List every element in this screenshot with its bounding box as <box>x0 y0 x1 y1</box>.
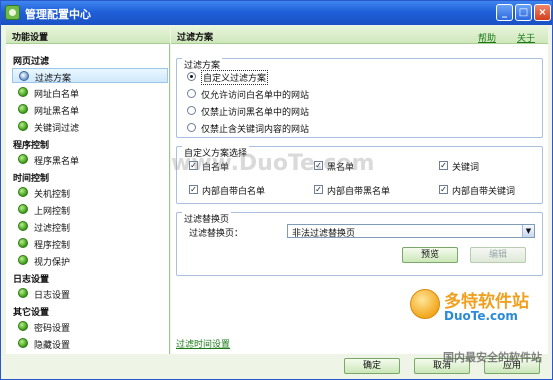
sidebar-item-label: 密码设置 <box>34 324 71 334</box>
select-value: 非法过滤替换页 <box>292 229 356 239</box>
sidebar-item-label: 网址黑名单 <box>34 107 80 117</box>
replace-legend: 过滤替换页 <box>182 212 232 225</box>
help-link[interactable]: 帮助 <box>478 31 496 44</box>
sidebar-item-label: 网址白名单 <box>34 90 80 100</box>
filter-time-link[interactable]: 过滤时间设置 <box>176 337 230 350</box>
window-title: 管理配置中心 <box>25 8 91 21</box>
sidebar-item-label: 隐藏设置 <box>34 341 71 351</box>
green-ball-icon <box>18 187 28 197</box>
sidebar-item-label: 程序控制 <box>34 241 71 251</box>
title-bar[interactable]: 管理配置中心 _ □ × <box>1 1 552 25</box>
sidebar-group-title: 其它设置 <box>13 308 50 318</box>
green-ball-icon <box>18 255 28 265</box>
sidebar-item-label: 程序黑名单 <box>34 157 80 167</box>
checkbox: ✓ <box>314 185 323 194</box>
radio-dot <box>187 106 196 115</box>
sidebar-item-program-control[interactable]: 程序控制 <box>12 236 168 251</box>
sidebar: 功能设置 网页过滤 过滤方案 网址白名单 网址黑名单 关键词过滤 程序控制 程序… <box>6 26 170 354</box>
check-label: 内部自带黑名单 <box>327 187 391 197</box>
green-ball-icon <box>18 221 28 231</box>
sidebar-item-label: 视力保护 <box>34 258 71 268</box>
check-label: 内部自带关键词 <box>452 187 516 197</box>
sidebar-item-internet-control[interactable]: 上网控制 <box>12 202 168 217</box>
about-link[interactable]: 关于 <box>517 31 535 44</box>
sidebar-item-filter-scheme[interactable]: 过滤方案 <box>12 68 168 84</box>
sidebar-item-label: 日志设置 <box>34 291 71 301</box>
checkbox: ✓ <box>189 185 198 194</box>
radio-label: 自定义过滤方案 <box>201 70 269 85</box>
check-label: 内部自带白名单 <box>202 187 266 197</box>
sidebar-item-label: 关机控制 <box>34 190 71 200</box>
sidebar-item-log-settings[interactable]: 日志设置 <box>12 286 168 301</box>
preview-button[interactable]: 预览 <box>402 247 458 263</box>
sidebar-item-shutdown-control[interactable]: 关机控制 <box>12 185 168 200</box>
green-ball-icon <box>18 321 28 331</box>
green-ball-icon <box>18 238 28 248</box>
watermark-logo: 多特软件站 DuoTe.com <box>410 287 540 337</box>
sidebar-item-hide-settings[interactable]: 隐藏设置 <box>12 336 168 351</box>
watermark-slogan: 国内最安全的软件站 <box>443 351 542 364</box>
replace-page-group: 过滤替换页 过滤替换页： 非法过滤替换页 ▼ 预览 编辑 <box>176 212 543 276</box>
watermark-url: www.DuoTe.com <box>171 151 375 176</box>
radio-dot <box>187 123 196 132</box>
config-window: 管理配置中心 _ □ × 功能设置 网页过滤 过滤方案 网址白名单 网址黑名单 … <box>0 0 553 380</box>
page-title: 过滤方案 <box>177 33 214 43</box>
gear-icon <box>19 71 29 81</box>
sidebar-item-url-blacklist[interactable]: 网址黑名单 <box>12 102 168 117</box>
green-ball-icon <box>18 204 28 214</box>
minimize-button[interactable]: _ <box>496 4 513 21</box>
green-ball-icon <box>18 87 28 97</box>
green-ball-icon <box>18 121 28 131</box>
sidebar-item-password-settings[interactable]: 密码设置 <box>12 319 168 334</box>
sidebar-item-label: 过滤方案 <box>35 74 72 84</box>
radio-label: 仅允许访问白名单中的网站 <box>201 91 310 101</box>
checkbox: ✓ <box>439 185 448 194</box>
radio-dot <box>187 89 196 98</box>
green-ball-icon <box>18 338 28 348</box>
radio-label: 仅禁止访问黑名单中的网站 <box>201 108 310 118</box>
sidebar-group-title: 网页过滤 <box>13 57 50 67</box>
sidebar-item-keyword-filter[interactable]: 关键词过滤 <box>12 119 168 134</box>
chevron-down-icon[interactable]: ▼ <box>522 225 534 237</box>
close-button[interactable]: × <box>534 4 551 21</box>
sidebar-header: 功能设置 <box>6 26 170 44</box>
green-ball-icon <box>18 288 28 298</box>
replace-page-select[interactable]: 非法过滤替换页 ▼ <box>287 224 535 239</box>
replace-label: 过滤替换页： <box>189 229 244 239</box>
scheme-group: 过滤方案 自定义过滤方案 仅允许访问白名单中的网站 仅禁止访问黑名单中的网站 仅… <box>176 58 543 138</box>
sidebar-group-title: 程序控制 <box>13 141 50 151</box>
green-ball-icon <box>18 154 28 164</box>
ok-button[interactable]: 确定 <box>344 358 400 374</box>
watermark-brand-url: DuoTe.com <box>444 309 518 323</box>
content-header: 过滤方案 帮助 关于 <box>171 26 548 44</box>
check-label: 关键词 <box>452 163 480 173</box>
checkbox: ✓ <box>439 161 448 170</box>
sidebar-group-title: 日志设置 <box>13 275 50 285</box>
radio-label: 仅禁止含关键词内容的网站 <box>201 125 310 135</box>
maximize-button[interactable]: □ <box>515 4 532 21</box>
sidebar-item-label: 过滤控制 <box>34 224 71 234</box>
sidebar-item-url-whitelist[interactable]: 网址白名单 <box>12 85 168 100</box>
sidebar-item-label: 关键词过滤 <box>34 124 80 134</box>
radio-dot <box>187 72 196 81</box>
mascot-icon <box>410 289 440 319</box>
green-ball-icon <box>18 104 28 114</box>
sidebar-item-program-blacklist[interactable]: 程序黑名单 <box>12 152 168 167</box>
sidebar-item-filter-control[interactable]: 过滤控制 <box>12 219 168 234</box>
sidebar-item-eye-protection[interactable]: 视力保护 <box>12 253 168 268</box>
sidebar-item-label: 上网控制 <box>34 207 71 217</box>
sidebar-group-title: 时间控制 <box>13 174 50 184</box>
app-icon <box>5 5 20 20</box>
edit-button[interactable]: 编辑 <box>470 247 526 263</box>
